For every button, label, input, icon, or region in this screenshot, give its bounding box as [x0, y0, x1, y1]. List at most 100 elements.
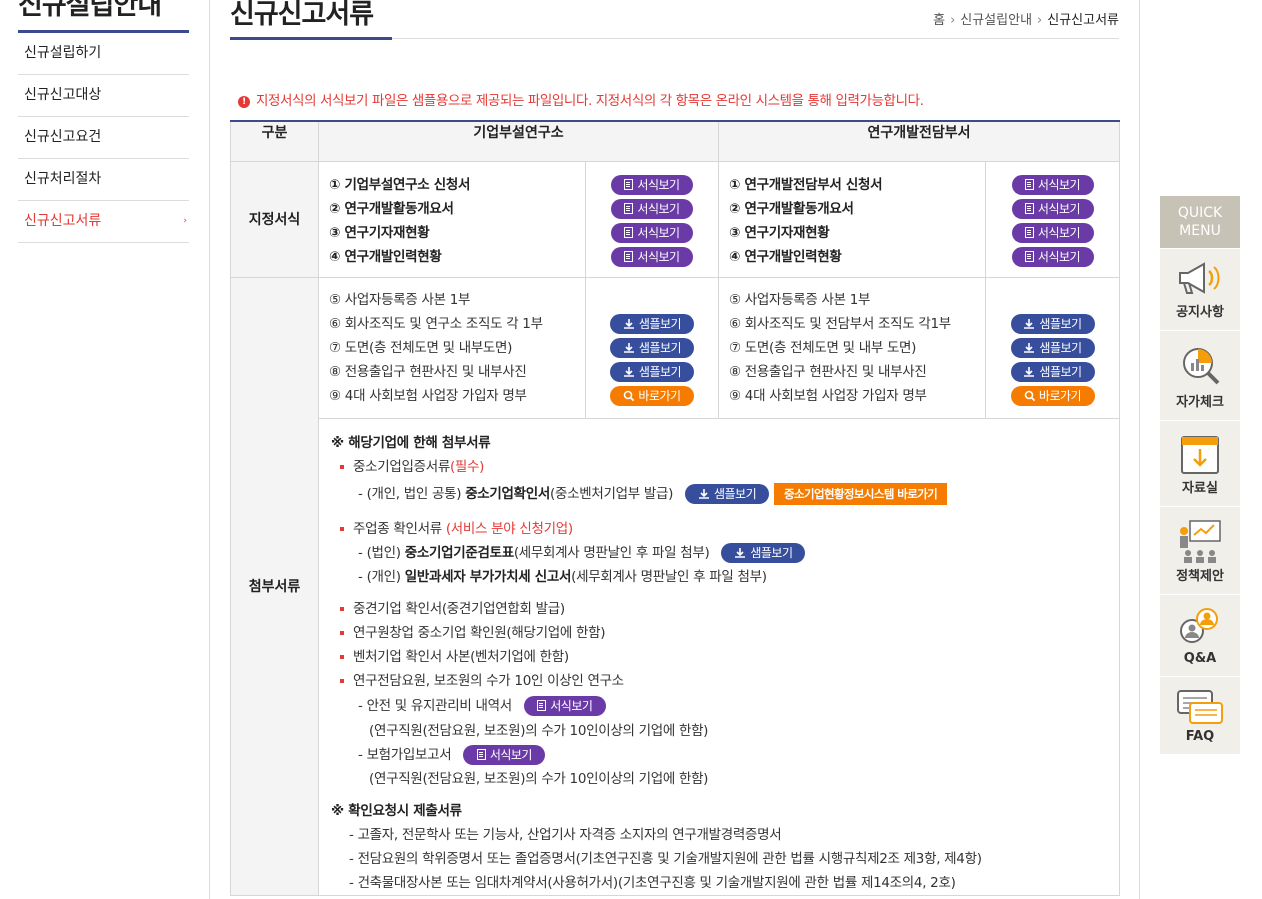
- quick-item-qna[interactable]: Q&A: [1160, 594, 1240, 676]
- quick-item-faq[interactable]: FAQ: [1160, 676, 1240, 754]
- form-view-button[interactable]: 서식보기: [1011, 174, 1094, 195]
- sidebar: 신규설립안내 신규설립하기 신규신고대상 신규신고요건 신규처리절차 신규신고서…: [18, 0, 189, 243]
- button-label: 샘플보기: [713, 486, 757, 501]
- megaphone-icon: [1179, 262, 1220, 294]
- breadcrumb-separator: ›: [1037, 13, 1043, 28]
- sidebar-item-new-setup[interactable]: 신규설립하기: [18, 33, 189, 75]
- document-icon: [1024, 227, 1034, 238]
- form-view-button[interactable]: 서식보기: [611, 222, 693, 243]
- list-item: ⑦ 도면(층 전체도면 및 내부도면): [329, 339, 513, 356]
- safety-note: (연구직원(전담요원, 보조원)의 수가 10인이상의 기업에 한함): [369, 722, 709, 739]
- sidebar-item-label: 신규신고요건: [24, 129, 102, 145]
- form-view-button[interactable]: 서식보기: [611, 246, 693, 267]
- header-rnd-department: 연구개발전담부서: [718, 120, 1121, 162]
- faq-chat-icon: [1177, 690, 1223, 724]
- table-header-row: 구분 기업부설연구소 연구개발전담부서: [230, 120, 1121, 162]
- designated-list-col2: ① 연구개발전담부서 신청서 ② 연구개발활동개요서 ③ 연구기자재현황 ④ 연…: [718, 160, 987, 278]
- list-item: ⑦ 도면(층 전체도면 및 내부 도면): [729, 339, 917, 356]
- goto-button[interactable]: 바로가기: [1010, 385, 1095, 406]
- designated-list-col1: ① 기업부설연구소 신청서 ② 연구개발활동개요서 ③ 연구기자재현황 ④ 연구…: [318, 160, 586, 278]
- list-item: ② 연구개발활동개요서: [729, 200, 854, 217]
- list-item: ① 기업부설연구소 신청서: [329, 176, 471, 193]
- button-label: 샘플보기: [638, 341, 682, 355]
- quick-item-policy[interactable]: 정책제안: [1160, 506, 1240, 594]
- row-label-attach: 첨부서류: [230, 276, 319, 896]
- quick-item-label: 자료실: [1182, 481, 1218, 496]
- header-research-institute: 기업부설연구소: [317, 120, 720, 162]
- quick-item-notice[interactable]: 공지사항: [1160, 248, 1240, 330]
- button-label: 서식보기: [1037, 226, 1081, 240]
- download-folder-icon: [1181, 436, 1219, 474]
- sample-view-button[interactable]: 샘플보기: [1010, 337, 1095, 358]
- sample-view-button[interactable]: 샘플보기: [610, 361, 694, 382]
- document-icon: [624, 251, 634, 262]
- sidebar-item-documents[interactable]: 신규신고서류 ›: [18, 201, 189, 243]
- button-label: 서식보기: [637, 202, 680, 216]
- breadcrumb: 홈 › 신규설립안내 › 신규신고서류: [933, 9, 1119, 28]
- button-label: 샘플보기: [1039, 341, 1082, 355]
- quick-item-archive[interactable]: 자료실: [1160, 420, 1240, 506]
- download-icon: [698, 488, 709, 499]
- biz-docs-note: (서비스 분야 신청기업): [445, 520, 573, 537]
- list-item: ⑤ 사업자등록증 사본 1부: [329, 291, 471, 308]
- list-item: ② 연구개발활동개요서: [329, 200, 454, 217]
- row-label-designated: 지정서식: [230, 160, 319, 278]
- biz-sub1-post: (세무회계사 명판날인 후 파일 첨부): [513, 544, 710, 561]
- table-row-documents: 첨부서류 ⑤ 사업자등록증 사본 1부 ⑥ 회사조직도 및 연구소 조직도 각 …: [230, 276, 1121, 896]
- download-icon: [1024, 318, 1035, 329]
- sme-system-link-button[interactable]: 중소기업현황정보시스템 바로가기: [774, 482, 948, 505]
- biz-sub2-post: (세무회계사 명판날인 후 파일 첨부): [571, 568, 767, 585]
- sample-view-button[interactable]: 샘플보기: [685, 483, 770, 504]
- form-view-button[interactable]: 서식보기: [611, 174, 693, 195]
- list-item: - 건축물대장사본 또는 임대차계약서(사용허가서)(기초연구진흥 및 기술개발…: [349, 874, 956, 891]
- list-item: ① 연구개발전담부서 신청서: [729, 176, 883, 193]
- document-icon: [1024, 179, 1034, 190]
- list-item: - 고졸자, 전문학사 또는 기능사, 산업기사 자격증 소지자의 연구개발경력…: [349, 826, 782, 843]
- attach-heading: ※ 해당기업에 한해 첨부서류: [331, 434, 491, 451]
- list-item: ⑨ 4대 사회보험 사업장 가입자 명부: [329, 387, 527, 404]
- button-label: 바로가기: [1038, 389, 1082, 403]
- quick-title-line1: QUICK: [1177, 205, 1223, 221]
- content-left-border: [209, 0, 210, 899]
- list-item: 연구원창업 중소기업 확인원(해당기업에 한함): [331, 621, 1119, 645]
- breadcrumb-current: 신규신고서류: [1047, 13, 1119, 28]
- button-label: 서식보기: [637, 178, 680, 192]
- form-view-button[interactable]: 서식보기: [523, 695, 606, 716]
- quick-item-selfcheck[interactable]: 자가체크: [1160, 330, 1240, 420]
- document-icon: [1024, 203, 1034, 214]
- qa-people-icon: [1180, 608, 1218, 643]
- breadcrumb-home[interactable]: 홈: [933, 13, 945, 28]
- sample-view-button[interactable]: 샘플보기: [610, 313, 694, 334]
- button-label: 서식보기: [1037, 178, 1081, 192]
- list-item: ⑧ 전용출입구 현판사진 및 내부사진: [729, 363, 927, 380]
- sample-view-button[interactable]: 샘플보기: [1010, 361, 1095, 382]
- attach-heading-2: ※ 확인요청시 제출서류: [331, 802, 462, 819]
- form-view-button[interactable]: 서식보기: [1011, 198, 1094, 219]
- form-view-button[interactable]: 서식보기: [1011, 222, 1094, 243]
- header-category: 구분: [230, 120, 319, 162]
- form-view-button[interactable]: 서식보기: [1011, 246, 1094, 267]
- button-label: 서식보기: [637, 226, 680, 240]
- sample-view-button[interactable]: 샘플보기: [721, 542, 806, 563]
- goto-button[interactable]: 바로가기: [610, 385, 694, 406]
- button-label: 바로가기: [638, 389, 681, 403]
- presentation-icon: [1180, 520, 1221, 563]
- sidebar-item-requirements[interactable]: 신규신고요건: [18, 117, 189, 159]
- search-icon: [624, 390, 635, 401]
- insurance-label: - 보험가입보고서: [358, 746, 452, 763]
- sidebar-item-target[interactable]: 신규신고대상: [18, 75, 189, 117]
- list-item: ④ 연구개발인력현황: [329, 248, 442, 265]
- quick-item-label: 자가체크: [1176, 395, 1224, 410]
- alert-icon: !: [238, 96, 250, 108]
- form-view-button[interactable]: 서식보기: [611, 198, 693, 219]
- button-label: 서식보기: [489, 747, 533, 762]
- download-icon: [623, 318, 634, 329]
- sidebar-item-procedure[interactable]: 신규처리절차: [18, 159, 189, 201]
- sample-view-button[interactable]: 샘플보기: [1010, 313, 1095, 334]
- document-icon: [624, 227, 634, 238]
- breadcrumb-section[interactable]: 신규설립안내: [960, 13, 1032, 28]
- designated-buttons-col2: 서식보기 서식보기 서식보기 서식보기: [985, 160, 1121, 278]
- sample-view-button[interactable]: 샘플보기: [610, 337, 694, 358]
- form-view-button[interactable]: 서식보기: [463, 744, 546, 765]
- quick-item-label: 공지사항: [1176, 305, 1224, 320]
